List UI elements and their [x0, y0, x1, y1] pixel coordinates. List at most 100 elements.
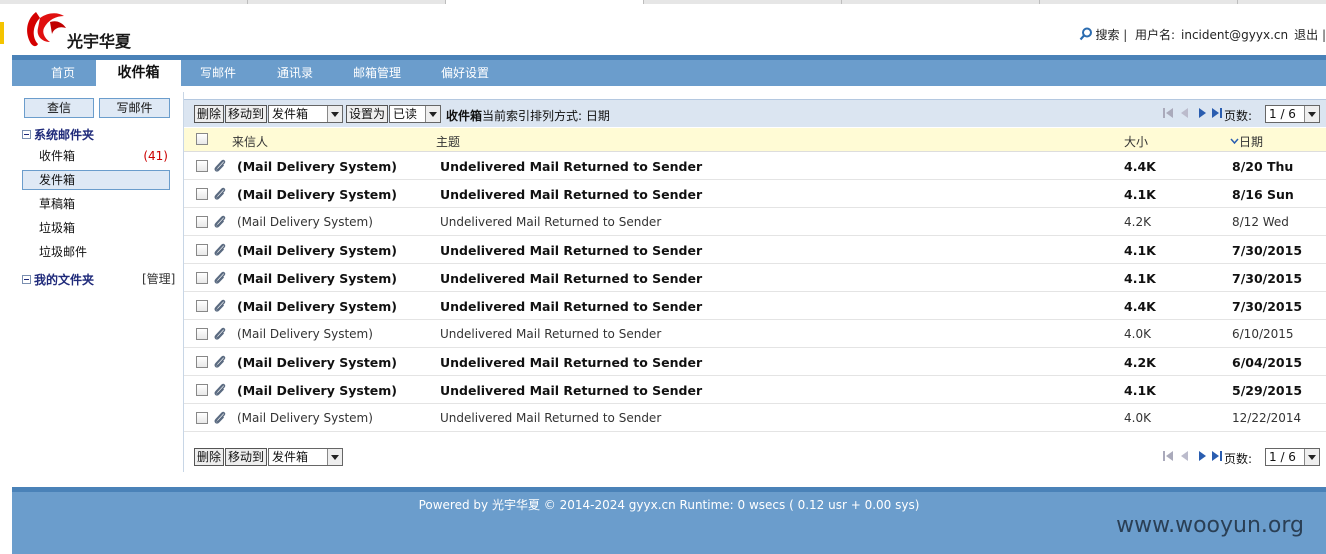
- mail-subject[interactable]: Undelivered Mail Returned to Sender: [440, 243, 702, 258]
- chevron-down-icon[interactable]: [1304, 106, 1319, 122]
- nav-mailbox-settings[interactable]: 邮箱管理: [345, 60, 409, 86]
- prev-page-icon[interactable]: [1179, 450, 1191, 462]
- table-row[interactable]: (Mail Delivery System) Undelivered Mail R…: [184, 404, 1326, 432]
- check-mail-button[interactable]: 查信: [24, 98, 94, 118]
- browser-tab[interactable]: [842, 0, 1040, 4]
- col-from[interactable]: 来信人: [232, 133, 268, 150]
- row-checkbox[interactable]: [196, 328, 208, 340]
- chevron-down-icon[interactable]: [1304, 449, 1319, 465]
- nav-home[interactable]: 首页: [39, 60, 87, 86]
- mail-date: 8/20 Thu: [1232, 159, 1294, 174]
- search-link[interactable]: 搜索: [1095, 28, 1119, 42]
- page-select-bottom[interactable]: 1 / 6: [1265, 448, 1320, 466]
- row-checkbox[interactable]: [196, 160, 208, 172]
- mail-subject[interactable]: Undelivered Mail Returned to Sender: [440, 411, 661, 425]
- mail-from: (Mail Delivery System): [237, 243, 398, 258]
- mail-subject[interactable]: Undelivered Mail Returned to Sender: [440, 215, 661, 229]
- sidebar-item-outbox[interactable]: 发件箱: [22, 170, 170, 190]
- row-checkbox[interactable]: [196, 216, 208, 228]
- table-row[interactable]: (Mail Delivery System) Undelivered Mail R…: [184, 264, 1326, 292]
- nav-contacts[interactable]: 通讯录: [269, 60, 321, 86]
- browser-tab[interactable]: [248, 0, 446, 4]
- row-checkbox[interactable]: [196, 244, 208, 256]
- my-folders-header[interactable]: 我的文件夹: [22, 271, 94, 288]
- page-select[interactable]: 1 / 6: [1265, 105, 1320, 123]
- move-to-button-bottom[interactable]: 移动到: [225, 448, 268, 466]
- browser-tab[interactable]: [644, 0, 842, 4]
- mail-date: 7/30/2015: [1232, 243, 1303, 258]
- browser-tab[interactable]: [1040, 0, 1238, 4]
- nav-inbox[interactable]: 收件箱: [96, 60, 181, 86]
- select-all-checkbox[interactable]: [196, 133, 208, 145]
- mail-from: (Mail Delivery System): [237, 187, 398, 202]
- top-links: 搜索 | 用户名: incident@gyyx.cn 退出 |: [1079, 26, 1326, 43]
- compose-button[interactable]: 写邮件: [99, 98, 170, 118]
- row-checkbox[interactable]: [196, 384, 208, 396]
- last-page-icon[interactable]: [1211, 107, 1223, 119]
- sidebar-item-drafts[interactable]: 草稿箱: [22, 194, 170, 214]
- table-row[interactable]: (Mail Delivery System) Undelivered Mail R…: [184, 208, 1326, 236]
- next-page-icon[interactable]: [1196, 450, 1208, 462]
- mail-subject[interactable]: Undelivered Mail Returned to Sender: [440, 159, 702, 174]
- browser-tab-active[interactable]: [446, 0, 644, 4]
- first-page-icon[interactable]: [1162, 450, 1174, 462]
- mail-subject[interactable]: Undelivered Mail Returned to Sender: [440, 327, 661, 341]
- table-row[interactable]: (Mail Delivery System) Undelivered Mail R…: [184, 152, 1326, 180]
- mail-size: 4.1K: [1124, 243, 1156, 258]
- mail-from: (Mail Delivery System): [237, 299, 398, 314]
- sidebar-item-label: 发件箱: [39, 173, 76, 187]
- move-target-value: 发件箱: [272, 107, 309, 121]
- chevron-down-icon[interactable]: [327, 449, 342, 465]
- sort-desc-icon: [1230, 138, 1239, 145]
- col-subject[interactable]: 主题: [436, 133, 460, 150]
- browser-tab[interactable]: [0, 0, 248, 4]
- sidebar-item-spam[interactable]: 垃圾邮件: [22, 242, 170, 262]
- mail-subject[interactable]: Undelivered Mail Returned to Sender: [440, 383, 702, 398]
- mail-date: 6/04/2015: [1232, 355, 1303, 370]
- last-page-icon[interactable]: [1211, 450, 1223, 462]
- row-checkbox[interactable]: [196, 188, 208, 200]
- delete-button-bottom[interactable]: 删除: [194, 448, 225, 466]
- row-checkbox[interactable]: [196, 356, 208, 368]
- search-icon[interactable]: [1079, 27, 1093, 41]
- next-page-icon[interactable]: [1196, 107, 1208, 119]
- mail-date: 12/22/2014: [1232, 411, 1302, 425]
- main-nav: 首页 收件箱 写邮件 通讯录 邮箱管理 偏好设置: [12, 60, 1326, 86]
- row-checkbox[interactable]: [196, 412, 208, 424]
- move-target-select[interactable]: 发件箱: [268, 105, 343, 123]
- manage-folders-link[interactable]: [管理]: [142, 270, 175, 287]
- sidebar-item-trash[interactable]: 垃圾箱: [22, 218, 170, 238]
- nav-compose[interactable]: 写邮件: [192, 60, 244, 86]
- table-row[interactable]: (Mail Delivery System) Undelivered Mail R…: [184, 236, 1326, 264]
- row-checkbox[interactable]: [196, 272, 208, 284]
- nav-preferences[interactable]: 偏好设置: [433, 60, 497, 86]
- chevron-down-icon[interactable]: [425, 106, 440, 122]
- first-page-icon[interactable]: [1162, 107, 1174, 119]
- mail-date: 8/16 Sun: [1232, 187, 1294, 202]
- set-target-select[interactable]: 已读: [389, 105, 441, 123]
- table-row[interactable]: (Mail Delivery System) Undelivered Mail R…: [184, 348, 1326, 376]
- system-folders-header[interactable]: 系统邮件夹: [22, 126, 94, 143]
- mail-subject[interactable]: Undelivered Mail Returned to Sender: [440, 355, 702, 370]
- move-target-select-bottom[interactable]: 发件箱: [268, 448, 343, 466]
- sidebar-item-label: 垃圾邮件: [39, 245, 88, 259]
- row-checkbox[interactable]: [196, 300, 208, 312]
- table-row[interactable]: (Mail Delivery System) Undelivered Mail R…: [184, 376, 1326, 404]
- collapse-icon[interactable]: [22, 275, 31, 284]
- collapse-icon[interactable]: [22, 130, 31, 139]
- mail-subject[interactable]: Undelivered Mail Returned to Sender: [440, 187, 702, 202]
- chevron-down-icon[interactable]: [327, 106, 342, 122]
- table-row[interactable]: (Mail Delivery System) Undelivered Mail R…: [184, 292, 1326, 320]
- mail-subject[interactable]: Undelivered Mail Returned to Sender: [440, 271, 702, 286]
- set-as-button[interactable]: 设置为: [346, 105, 389, 123]
- delete-button[interactable]: 删除: [194, 105, 225, 123]
- sidebar-item-inbox[interactable]: 收件箱 (41): [22, 146, 170, 166]
- col-date[interactable]: 日期: [1230, 133, 1263, 150]
- mail-subject[interactable]: Undelivered Mail Returned to Sender: [440, 299, 702, 314]
- col-size[interactable]: 大小: [1124, 133, 1148, 150]
- table-row[interactable]: (Mail Delivery System) Undelivered Mail R…: [184, 180, 1326, 208]
- prev-page-icon[interactable]: [1179, 107, 1191, 119]
- move-to-button[interactable]: 移动到: [225, 105, 268, 123]
- table-row[interactable]: (Mail Delivery System) Undelivered Mail R…: [184, 320, 1326, 348]
- logout-link[interactable]: 退出: [1294, 28, 1318, 42]
